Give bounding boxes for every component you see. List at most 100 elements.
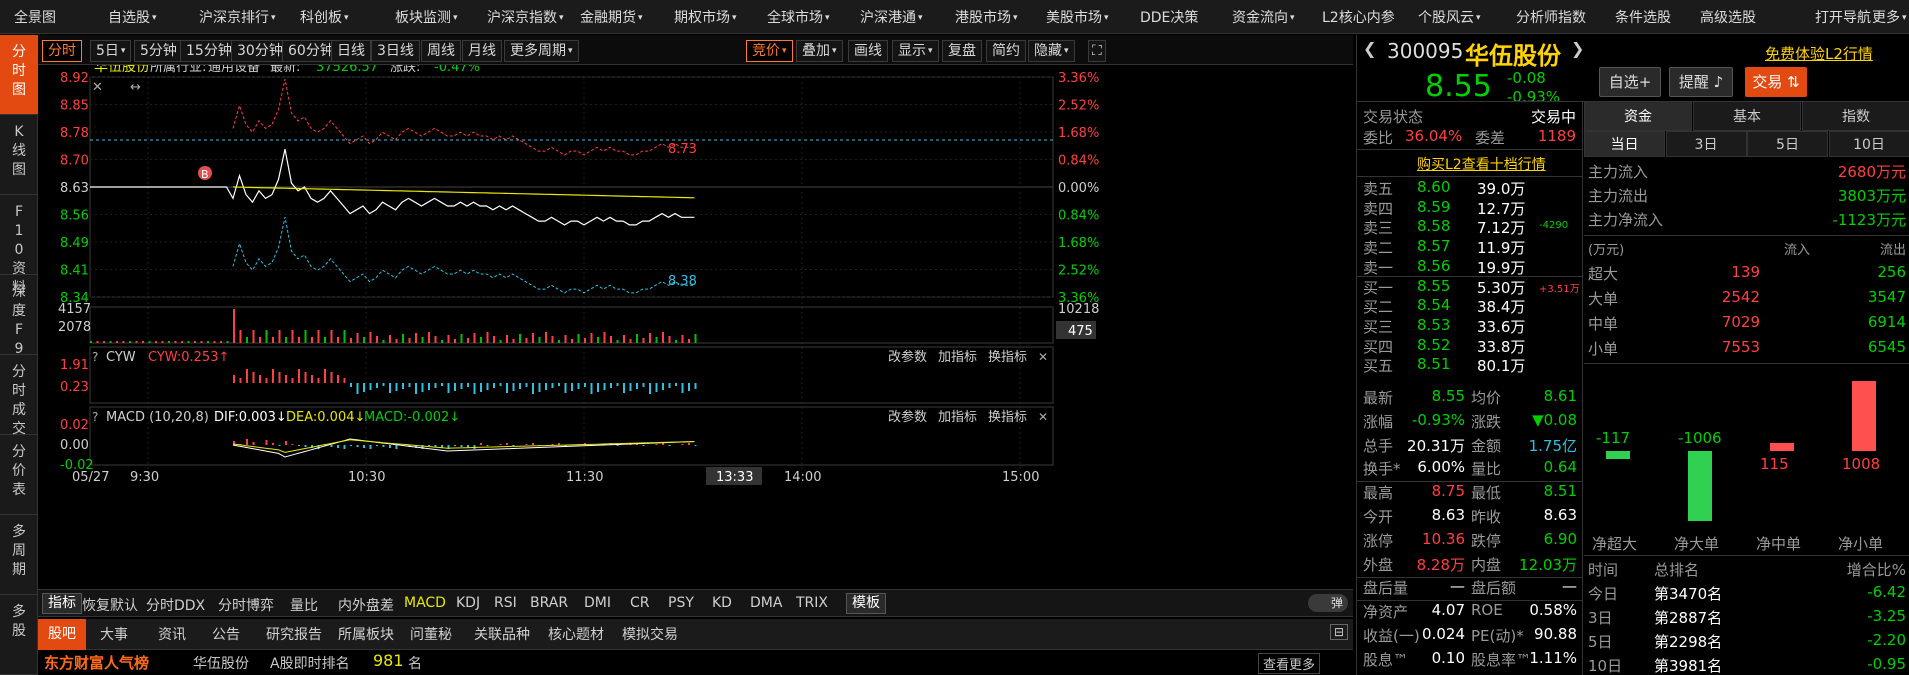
indicator-i0[interactable]: 指标 [42,593,82,614]
popularity-title[interactable]: 东方财富人气榜 [44,652,149,673]
collapse-icon[interactable]: ⊟ [1330,624,1349,640]
capital-period-i2[interactable]: 5日 [1747,131,1828,157]
tool-i0[interactable]: 竞价 ▾ [746,40,793,62]
period-i0[interactable]: 分时 [42,40,82,62]
add-watchlist-button[interactable]: 自选+ [1599,67,1661,97]
info-tab-i7[interactable]: 关联品种 [474,624,530,644]
menu-i13[interactable]: 资金流向 ▾ [1232,7,1295,27]
indicator-i16[interactable]: 模板 [846,593,886,614]
bid-row[interactable]: 买一 8.55 5.30万 +3.51万 [1357,277,1583,297]
ask-row[interactable]: 卖三 8.58 7.12万 -4290 [1357,217,1583,237]
cyw-panel-button-1[interactable]: 加指标 [938,350,977,365]
info-tab-i4[interactable]: 研究报告 [266,624,322,644]
menu-i11[interactable]: 美股市场 ▾ [1046,7,1109,27]
alert-button[interactable]: 提醒 ♪ [1669,67,1733,97]
tool-i1[interactable]: 叠加 ▾ [796,40,843,62]
period-i2[interactable]: 5分钟 [134,40,183,62]
indicator-i10[interactable]: DMI [584,595,611,611]
menu-i10[interactable]: 港股市场 ▾ [955,7,1018,27]
info-tab-i0[interactable]: 股吧 [38,619,86,650]
indicator-i12[interactable]: PSY [668,595,694,611]
period-i1[interactable]: 5日 ▾ [90,40,132,62]
capital-period-i3[interactable]: 10日 [1828,131,1909,157]
macd-panel-button-2[interactable]: 换指标 [988,410,1027,425]
info-tab-i1[interactable]: 大事 [100,624,128,644]
menu-i12[interactable]: DDE决策 [1140,7,1198,27]
menu-i7[interactable]: 期权市场 ▾ [674,7,737,27]
close-icon[interactable]: ✕ [1038,350,1048,364]
menu-i6[interactable]: 金融期货 ▾ [580,7,643,27]
intraday-chart[interactable]: 华伍股份 所属行业: 通用设备 最新: 37526.57 涨跌: -0.47% 8.92 3.3… [38,59,1353,585]
indicator-i8[interactable]: RSI [494,595,517,611]
capital-tab-i2[interactable]: 指数 [1802,101,1909,131]
help-icon[interactable]: ? [92,350,98,364]
ask-row[interactable]: 卖四 8.59 12.7万 [1357,198,1583,218]
view-more-button[interactable]: 查看更多 [1258,653,1321,674]
popup-toggle[interactable]: 弹 [1308,594,1348,612]
indicator-i6[interactable]: MACD [404,595,446,611]
bid-row[interactable]: 买三 8.53 33.6万 [1357,316,1583,336]
indicator-i13[interactable]: KD [712,595,732,611]
next-stock-icon[interactable]: ❯ [1571,39,1584,58]
prev-stock-icon[interactable]: ❮ [1363,39,1376,58]
capital-tab-i1[interactable]: 基本 [1693,101,1801,131]
tool-i3[interactable]: 显示 ▾ [892,40,939,62]
info-tab-i8[interactable]: 核心题材 [548,624,604,644]
tool-i5[interactable]: 简约 [986,40,1026,62]
period-i3[interactable]: 15分钟 [180,40,238,62]
indicator-i15[interactable]: TRIX [796,595,828,611]
indicator-i14[interactable]: DMA [750,595,782,611]
tool-i6[interactable]: 隐藏 ▾ [1028,40,1075,62]
period-i8[interactable]: 周线 [421,40,461,62]
indicator-i4[interactable]: 量比 [290,595,318,615]
indicator-i3[interactable]: 分时博弈 [218,595,274,615]
period-i4[interactable]: 30分钟 [231,40,289,62]
buy-l2-link[interactable]: 购买L2查看十档行情 [1417,154,1546,174]
macd-panel-button-0[interactable]: 改参数 [888,409,927,425]
close-icon[interactable]: ✕ [92,80,103,95]
menu-i9[interactable]: 沪深港通 ▾ [860,7,923,27]
menu-i16[interactable]: 分析师指数 [1516,7,1586,27]
menu-i0[interactable]: 全景图 [14,7,56,27]
cyw-panel-button-2[interactable]: 换指标 [988,350,1027,365]
left-tab-i0[interactable]: 分时图 [0,35,38,115]
info-tab-i5[interactable]: 所属板块 [338,624,394,644]
menu-i5[interactable]: 沪深京指数 ▾ [487,7,564,27]
indicator-i2[interactable]: 分时DDX [146,595,205,615]
bid-row[interactable]: 买五 8.51 80.1万 [1357,355,1583,375]
ask-row[interactable]: 卖一 8.56 19.9万 [1357,257,1583,277]
left-tab-i3[interactable]: 深度F9 [0,275,38,357]
bid-row[interactable]: 买四 8.52 33.8万 [1357,336,1583,356]
indicator-i9[interactable]: BRAR [530,595,568,611]
cyw-panel-button-0[interactable]: 改参数 [888,349,927,365]
period-i7[interactable]: 3日线 [371,40,420,62]
bid-row[interactable]: 买二 8.54 38.4万 [1357,296,1583,316]
capital-tab-i0[interactable]: 资金 [1584,101,1692,131]
info-tab-i9[interactable]: 模拟交易 [622,624,678,644]
info-tab-i2[interactable]: 资讯 [158,624,186,644]
resize-arrows-icon[interactable]: ↔ [130,80,141,95]
fullscreen-icon[interactable]: ⛶ [1088,40,1106,62]
capital-period-i0[interactable]: 当日 [1584,131,1665,157]
left-tab-i4[interactable]: 分时成交 [0,355,38,437]
menu-i20[interactable]: 更多 ▾ [1872,7,1907,27]
menu-i4[interactable]: 板块监测 ▾ [395,7,458,27]
menu-i19[interactable]: 打开导航 [1815,7,1871,27]
tool-i4[interactable]: 复盘 [942,40,982,62]
left-tab-i7[interactable]: 多股 [0,595,38,675]
help-icon[interactable]: ? [92,410,98,424]
macd-panel-button-1[interactable]: 加指标 [938,410,977,425]
close-icon[interactable]: ✕ [1038,410,1048,424]
menu-i14[interactable]: L2核心内参 [1322,7,1395,27]
indicator-i5[interactable]: 内外盘差 [338,595,394,615]
menu-i18[interactable]: 高级选股 [1700,7,1756,27]
period-i10[interactable]: 更多周期 ▾ [504,40,579,62]
ask-row[interactable]: 卖二 8.57 11.9万 [1357,237,1583,257]
left-tab-i6[interactable]: 多周期 [0,515,38,595]
left-tab-i2[interactable]: F10资料 [0,195,38,296]
capital-period-i1[interactable]: 3日 [1665,131,1747,157]
trade-button[interactable]: 交易 ⇅ [1745,67,1807,97]
menu-i1[interactable]: 自选股 ▾ [108,7,157,27]
indicator-i7[interactable]: KDJ [456,595,480,611]
period-i9[interactable]: 月线 [462,40,502,62]
